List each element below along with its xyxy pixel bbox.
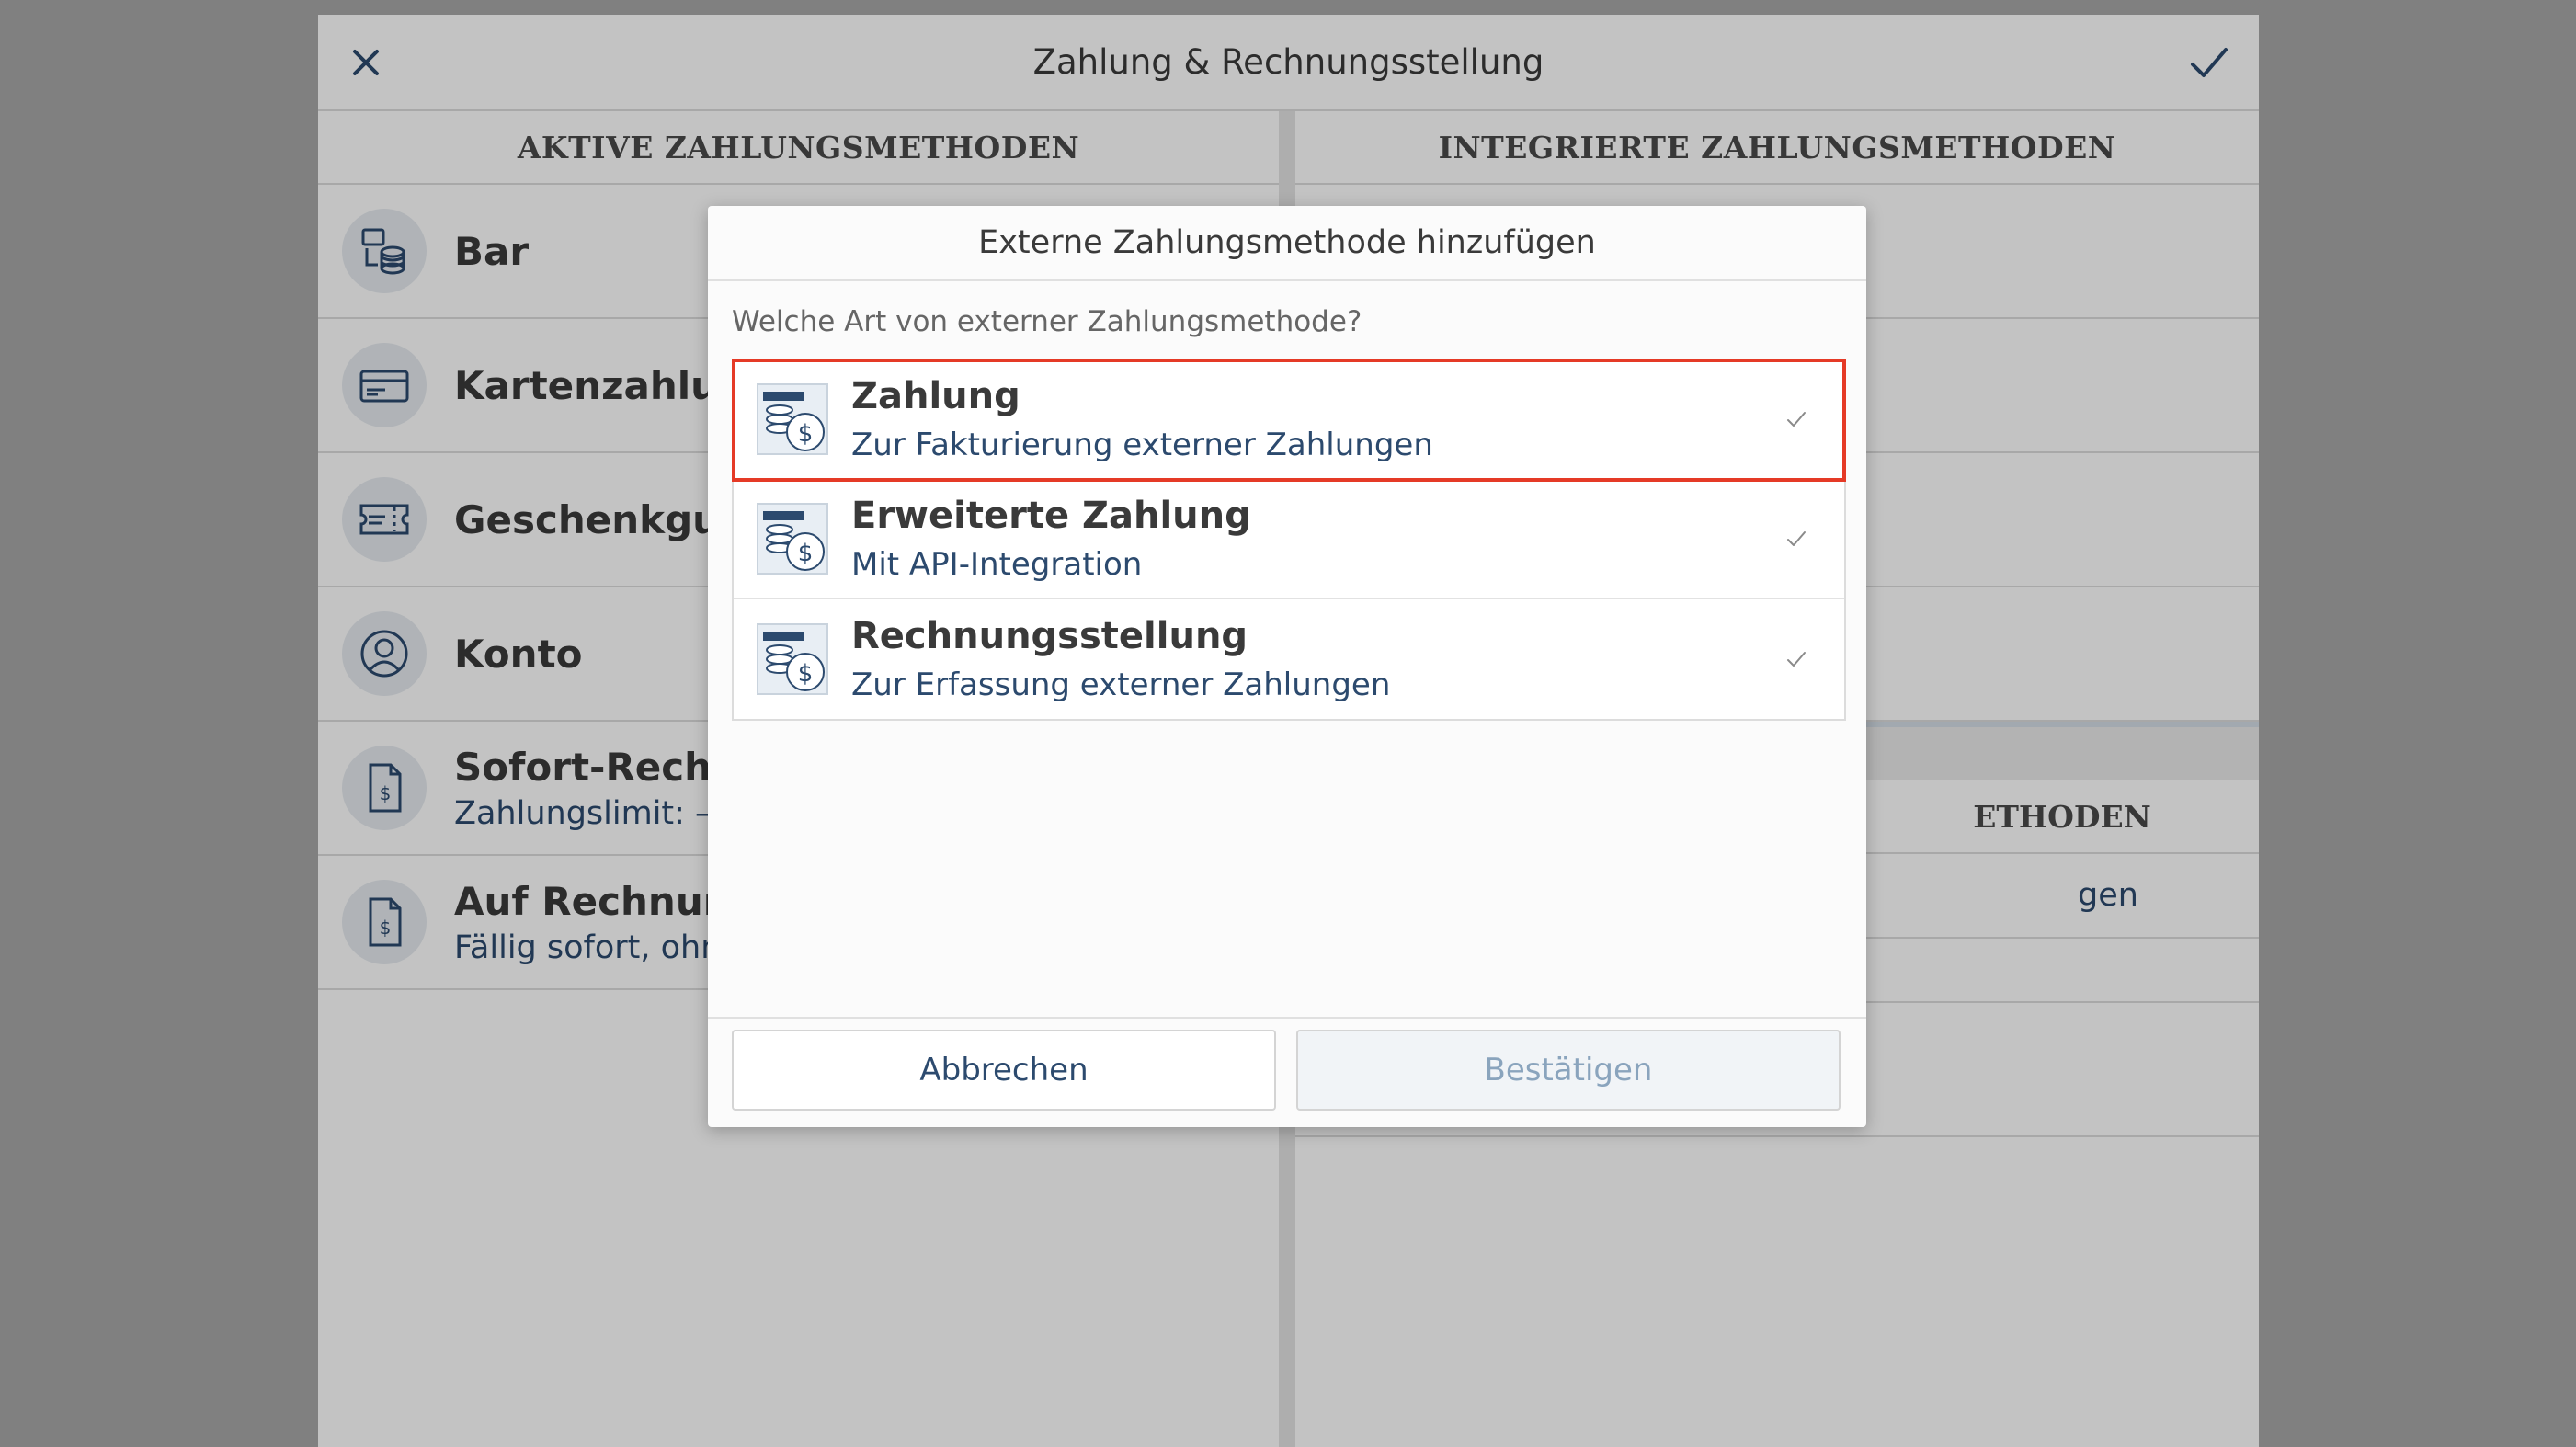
payment-icon: $ bbox=[757, 503, 828, 575]
option-subtitle: Zur Erfassung externer Zahlungen bbox=[851, 667, 1391, 703]
option-title: Erweiterte Zahlung bbox=[851, 495, 1251, 537]
dialog-title: Externe Zahlungsmethode hinzufügen bbox=[708, 206, 1866, 281]
svg-text:$: $ bbox=[798, 420, 814, 448]
add-external-method-dialog: Externe Zahlungsmethode hinzufügen Welch… bbox=[708, 206, 1866, 1127]
option-erweiterte-zahlung[interactable]: $ Erweiterte Zahlung Mit API-Integration bbox=[734, 480, 1844, 599]
confirm-button[interactable]: Bestätigen bbox=[1296, 1030, 1841, 1111]
option-subtitle: Mit API-Integration bbox=[851, 546, 1143, 583]
option-rechnungsstellung[interactable]: $ Rechnungsstellung Zur Erfassung extern… bbox=[734, 599, 1844, 719]
payment-icon: $ bbox=[757, 383, 828, 455]
method-type-options: $ Zahlung Zur Fakturierung externer Zahl… bbox=[732, 359, 1846, 721]
payment-icon: $ bbox=[757, 623, 828, 695]
checkmark-icon bbox=[1787, 412, 1806, 427]
dialog-question: Welche Art von externer Zahlungsmethode? bbox=[732, 305, 1362, 338]
cancel-button[interactable]: Abbrechen bbox=[732, 1030, 1276, 1111]
svg-text:$: $ bbox=[798, 540, 814, 567]
option-title: Rechnungsstellung bbox=[851, 615, 1248, 657]
option-title: Zahlung bbox=[851, 375, 1020, 417]
svg-text:$: $ bbox=[798, 660, 814, 688]
checkmark-icon bbox=[1787, 531, 1806, 546]
option-subtitle: Zur Fakturierung externer Zahlungen bbox=[851, 427, 1433, 463]
option-zahlung[interactable]: $ Zahlung Zur Fakturierung externer Zahl… bbox=[732, 359, 1846, 482]
checkmark-icon bbox=[1787, 652, 1806, 667]
dialog-footer: Abbrechen Bestätigen bbox=[708, 1017, 1866, 1127]
